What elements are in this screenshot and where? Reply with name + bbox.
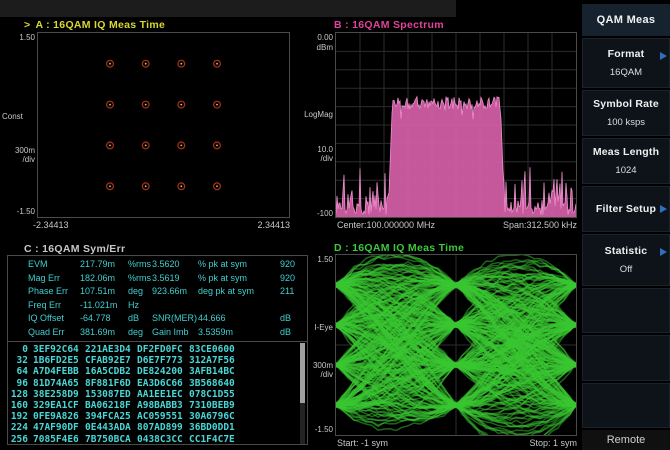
symbol-table-row: 22447AF90DF0E443ADA807AD89936BD0DD1 xyxy=(8,422,299,433)
panel-b-ref-label: 0.00 xyxy=(298,33,333,42)
sidebar-button-symbol-rate[interactable]: Symbol Rate 100 ksps xyxy=(582,90,670,136)
panel-a-scale-unit: /div xyxy=(4,155,35,164)
panel-b-plot xyxy=(335,32,577,218)
error-table-row: Quad Err381.69mdegGain Imb3.5359mdB xyxy=(8,326,307,340)
sidebar-button-format[interactable]: Format 16QAM xyxy=(582,38,670,88)
panel-a-x-min-label: -2.34413 xyxy=(33,220,69,230)
panel-d-scale-label: 300m xyxy=(298,361,333,370)
sidebar-button-filter-setup[interactable]: Filter Setup xyxy=(582,186,670,232)
error-summary-table: EVM217.79m%rms3.5620% pk at sym920Mag Er… xyxy=(8,258,307,340)
symbol-table-row: 1920FE9A826394FCA25AC05955130A6796C xyxy=(8,411,299,422)
panel-d-scale-unit: /div xyxy=(298,370,333,379)
sidebar-button-label: Filter Setup xyxy=(596,203,656,215)
sidebar-button-statistic[interactable]: Statistic Off xyxy=(582,234,670,286)
top-strip xyxy=(0,0,456,17)
symbol-hex-table: 03EF92C64221AE3D4DF2FD0FC83CE0600321B6FD… xyxy=(8,344,299,445)
sidebar-button-label: Symbol Rate xyxy=(593,98,659,110)
panel-a-title: >A : 16QAM IQ Meas Time xyxy=(24,19,165,31)
table-divider xyxy=(8,341,307,342)
panel-b-axis-name: LogMag xyxy=(298,110,333,119)
panel-b-center-freq-label: Center:100.000000 MHz xyxy=(337,220,435,230)
panel-d-y-max-label: 1.50 xyxy=(298,255,333,264)
panel-d-axis-name: I-Eye xyxy=(298,323,333,332)
active-trace-marker: > xyxy=(24,19,30,31)
submenu-arrow-icon xyxy=(660,52,667,60)
eye-diagram-chart xyxy=(336,255,576,435)
error-table-row: IQ Offset-64.778dBSNR(MER)44.666dB xyxy=(8,312,307,326)
sidebar-buttons: Format 16QAM Symbol Rate 100 ksps Meas Lengt… xyxy=(582,38,670,428)
panel-d-y-min-label: -1.50 xyxy=(298,425,333,434)
sidebar-button-label: Statistic xyxy=(605,245,648,257)
error-table-row: EVM217.79m%rms3.5620% pk at sym920 xyxy=(8,258,307,272)
panel-a-scale-label: 300m xyxy=(4,146,35,155)
sidebar-button-value: 100 ksps xyxy=(607,117,645,128)
panel-d-stop-label: Stop: 1 sym xyxy=(430,438,577,448)
sidebar-button-label: Meas Length xyxy=(593,146,659,158)
panel-b-title: B : 16QAM Spectrum xyxy=(334,19,444,31)
sidebar-button-value: 16QAM xyxy=(610,67,642,78)
error-table-row: Phase Err107.51mdeg923.66mdeg pk at sym2… xyxy=(8,285,307,299)
sidebar-button-label: Format xyxy=(608,48,645,60)
error-table-row: Freq Err-11.021mHz xyxy=(8,299,307,313)
spectrum-chart xyxy=(336,33,576,217)
panel-b-scale-unit: /div xyxy=(298,154,333,163)
panel-b-y-min-label: -100 xyxy=(298,209,333,218)
error-table-row: Mag Err182.06m%rms3.5619% pk at sym920 xyxy=(8,272,307,286)
panel-a-plot xyxy=(37,32,290,218)
panel-b-ref-unit: dBm xyxy=(298,43,333,52)
symbol-table-row: 9681D74A658F881F6DEA3D6C663B568640 xyxy=(8,378,299,389)
symbol-table-row: 321B6FD2E5CFAB92E7D6E7F773312A7F56 xyxy=(8,355,299,366)
sidebar-button-empty-2[interactable] xyxy=(582,335,670,380)
panel-b-scale-label: 10.0 xyxy=(298,145,333,154)
panel-a-y-min-label: -1.50 xyxy=(4,207,35,216)
sidebar-button-empty-1[interactable] xyxy=(582,288,670,333)
sidebar-button-value: 1024 xyxy=(615,165,636,176)
panel-a-axis-name: Const xyxy=(2,112,23,121)
sidebar-button-meas-length[interactable]: Meas Length 1024 xyxy=(582,138,670,184)
panel-a-y-max-label: 1.50 xyxy=(4,33,35,42)
sidebar-button-empty-3[interactable] xyxy=(582,383,670,428)
remote-status: Remote xyxy=(582,430,670,450)
symbol-table-row: 12838E258D9153087EDAA1EE1EC078C1D55 xyxy=(8,389,299,400)
submenu-arrow-icon xyxy=(660,248,667,256)
menu-title: QAM Meas xyxy=(582,4,670,36)
panel-d-title: D : 16QAM IQ Meas Time xyxy=(334,242,464,254)
softkey-sidebar: QAM Meas Format 16QAM Symbol Rate 100 ksps M… xyxy=(582,0,670,450)
symbol-table-row: 64A7D4FEBB16A5CDB2DE8242003AFB14BC xyxy=(8,366,299,377)
constellation-chart xyxy=(38,33,289,217)
panel-d-start-label: Start: -1 sym xyxy=(337,438,388,448)
panel-c-title: C : 16QAM Sym/Err xyxy=(24,243,125,255)
symbol-table-row: 2567085F4E67B750BCA0438C3CCCC1F4C7E xyxy=(8,434,299,445)
panel-d-plot xyxy=(335,254,577,436)
submenu-arrow-icon xyxy=(660,205,667,213)
symbol-table-row: 03EF92C64221AE3D4DF2FD0FC83CE0600 xyxy=(8,344,299,355)
panel-c-table: EVM217.79m%rms3.5620% pk at sym920Mag Er… xyxy=(7,255,308,445)
sidebar-button-value: Off xyxy=(620,264,633,275)
analyzer-screen: >A : 16QAM IQ Meas Time 1.50 Const 300m … xyxy=(0,0,670,450)
panel-b-span-label: Span:312.500 kHz xyxy=(430,220,577,230)
symbol-table-row: 160329EA1CFBA06218FA98BABB37310BEB9 xyxy=(8,400,299,411)
panel-a-x-max-label: 2.34413 xyxy=(190,220,290,230)
